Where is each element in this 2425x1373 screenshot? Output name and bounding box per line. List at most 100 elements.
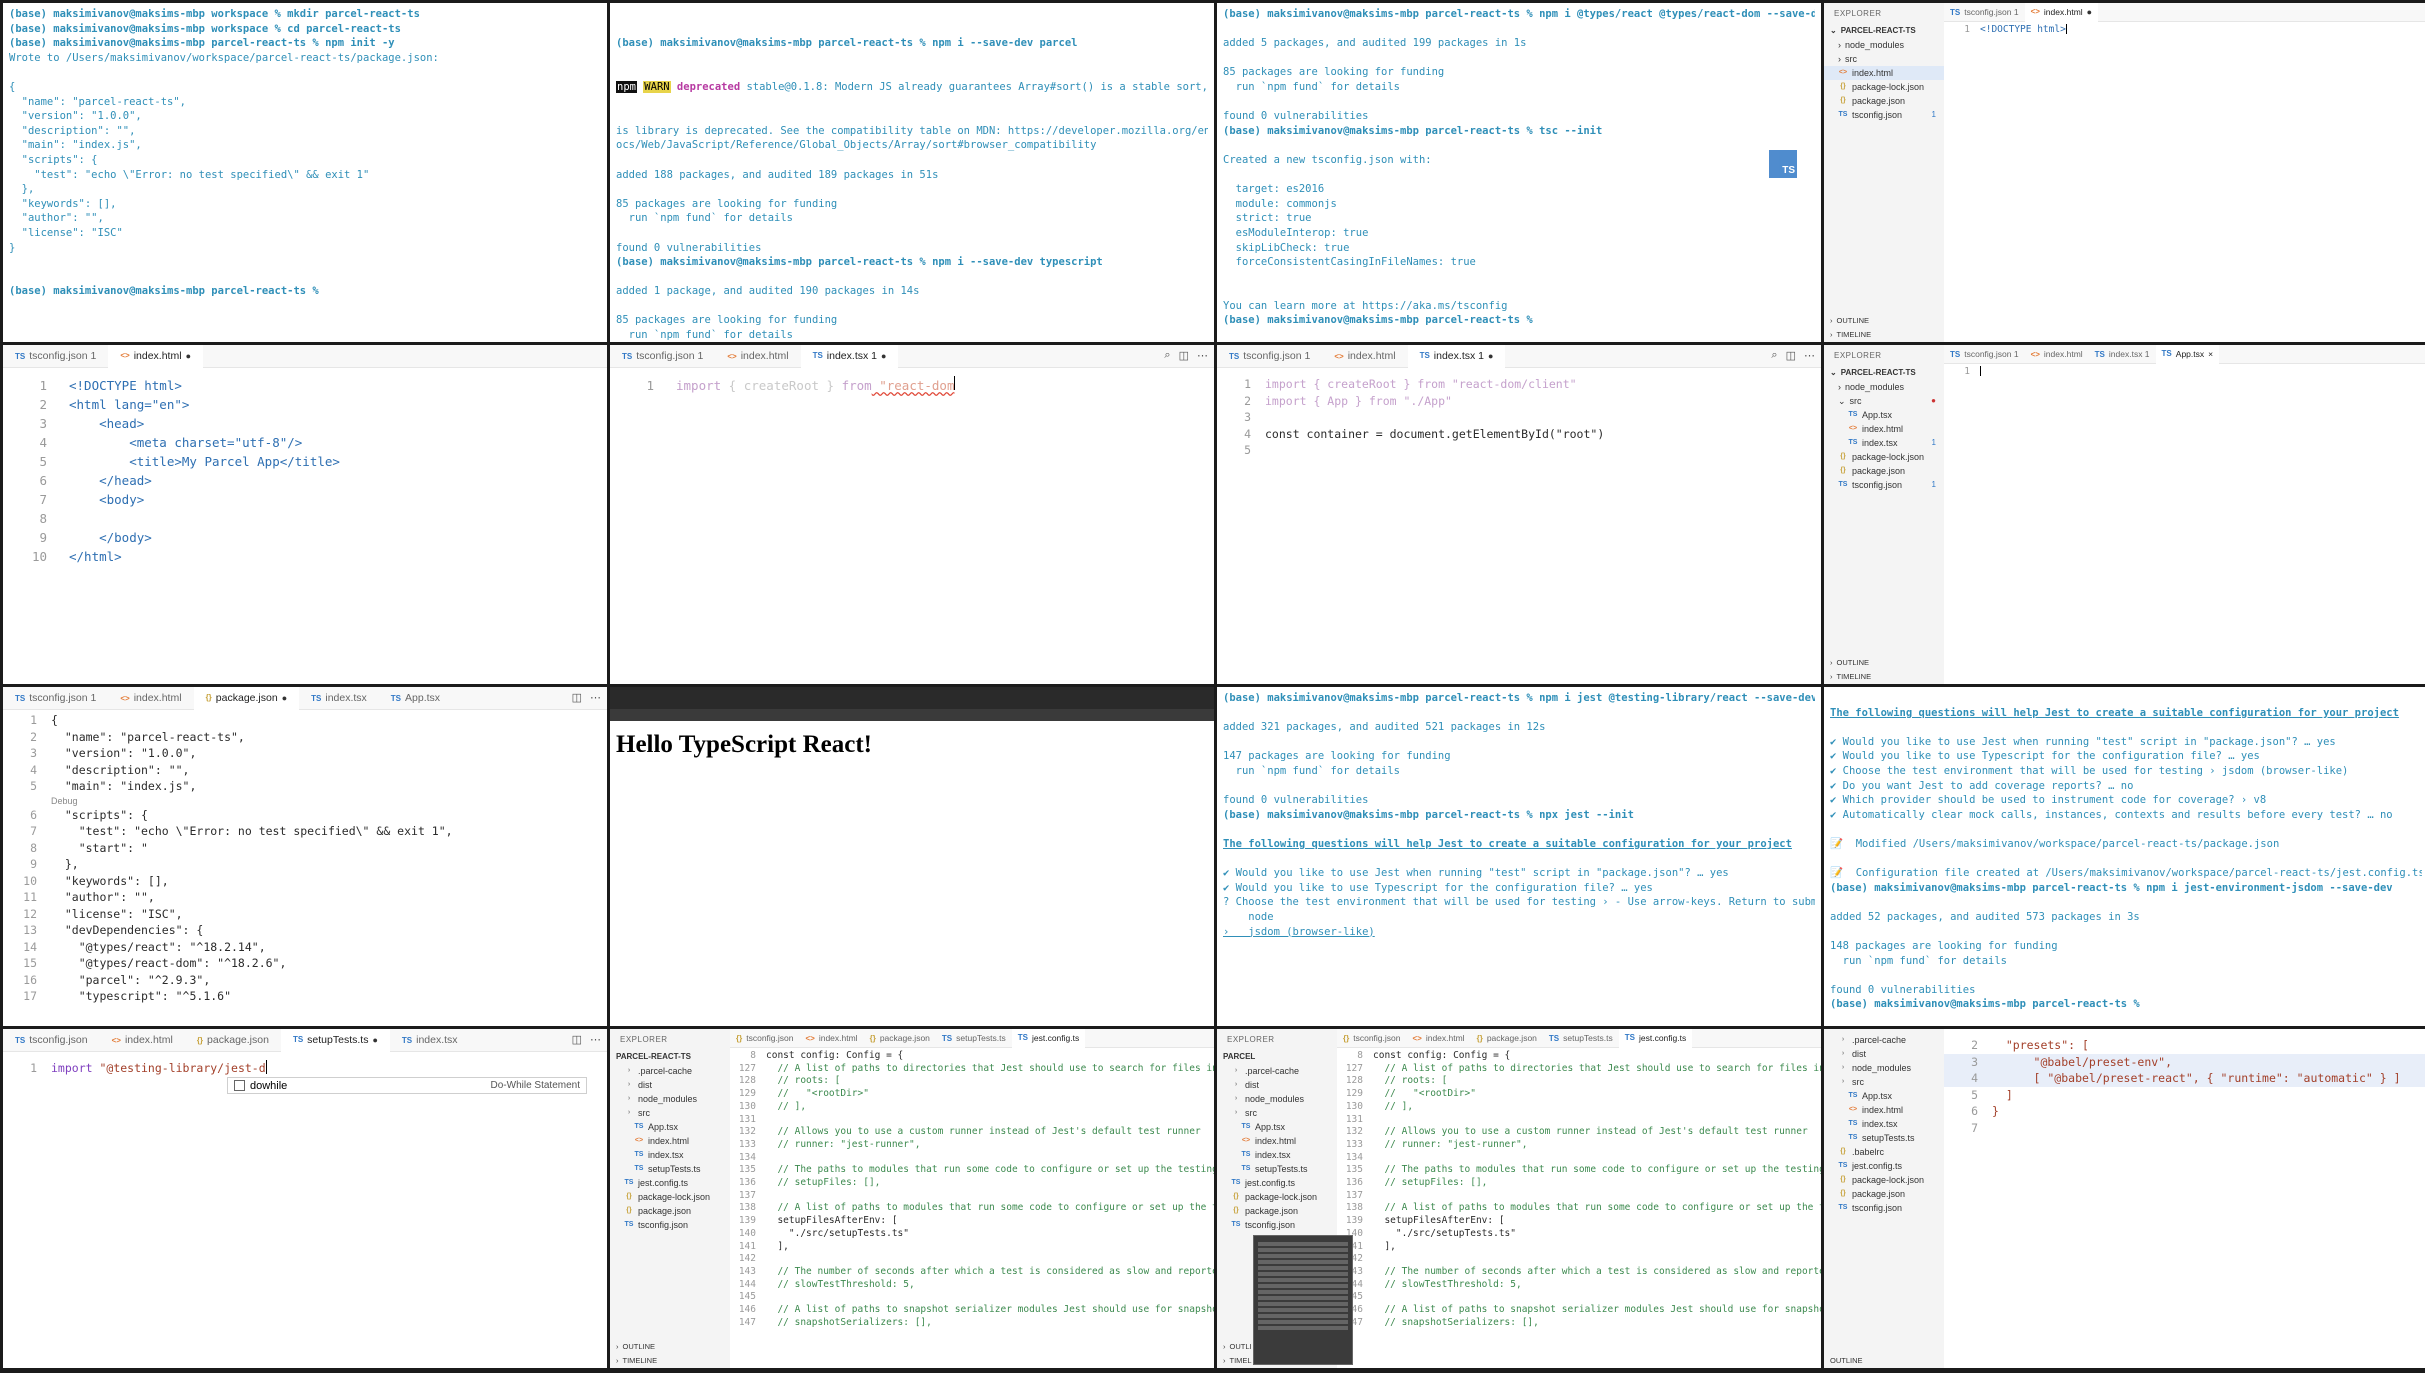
- more-icon[interactable]: ⋯: [590, 1033, 601, 1046]
- tab-app-tsx[interactable]: TS App.tsx ×: [2155, 345, 2220, 364]
- tab-index-html[interactable]: <> index.html: [100, 1029, 185, 1051]
- terminal-panel-install-parcel[interactable]: (base) maksimivanov@maksims-mbp parcel-r…: [610, 3, 1214, 342]
- tab-tsconfig[interactable]: TS tsconfig.json 1: [1944, 345, 2025, 363]
- tree-item[interactable]: {} package-lock.json: [1217, 1190, 1337, 1204]
- terminal-panel-npm-init[interactable]: (base) maksimivanov@maksims-mbp workspac…: [3, 3, 607, 342]
- outline-section[interactable]: › OUTLINE: [1824, 656, 1944, 670]
- tree-item[interactable]: TS setupTests.ts: [610, 1162, 730, 1176]
- code-editor[interactable]: 1 <!DOCTYPE html> 2 <html lang="en"> 3 <head…: [3, 368, 607, 566]
- project-folder[interactable]: PARCEL: [1217, 1050, 1337, 1064]
- more-icon[interactable]: ⋯: [1197, 349, 1208, 362]
- tree-item[interactable]: TS setupTests.ts: [1217, 1162, 1337, 1176]
- tree-item[interactable]: › node_modules: [1217, 1092, 1337, 1106]
- browser-panel[interactable]: Hello TypeScript React!: [610, 687, 1214, 1026]
- tree-file-app-tsx[interactable]: TS App.tsx: [1824, 408, 1944, 422]
- tree-file-package-json[interactable]: {} package.json: [1824, 464, 1944, 478]
- vscode-panel-package-json[interactable]: TS tsconfig.json 1 <> index.html {} package…: [3, 687, 607, 1026]
- tree-item[interactable]: TS tsconfig.json: [610, 1218, 730, 1232]
- timeline-section[interactable]: › TIMELINE: [610, 1354, 730, 1368]
- tree-item[interactable]: TS App.tsx: [1824, 1089, 1944, 1103]
- split-editor-icon[interactable]: ◫: [572, 691, 582, 704]
- vscode-panel-babelrc[interactable]: › .parcel-cache › dist › node_modules › src TS Ap…: [1824, 1029, 2425, 1368]
- tree-item[interactable]: › dist: [1217, 1078, 1337, 1092]
- code-editor[interactable]: 1 <!DOCTYPE html>: [1944, 22, 2425, 37]
- outline-section[interactable]: OUTLINE: [1824, 1354, 1944, 1368]
- tab-tsconfig[interactable]: TS tsconfig.json 1: [610, 345, 715, 367]
- terminal-panel-tsc-init[interactable]: (base) maksimivanov@maksims-mbp parcel-r…: [1217, 3, 1821, 342]
- code-editor[interactable]: 1 import "@testing-library/jest-d: [3, 1052, 607, 1077]
- vscode-panel-jest-config[interactable]: EXPLORER PARCEL-REACT-TS › .parcel-cache › d…: [610, 1029, 1214, 1368]
- code-editor[interactable]: 1{2 "name": "parcel-react-ts", 3 "version…: [3, 710, 607, 1005]
- vscode-panel-jest-config-menu[interactable]: EXPLORER PARCEL › .parcel-cache › dist › node_…: [1217, 1029, 1821, 1368]
- more-icon[interactable]: ⋯: [1804, 349, 1815, 362]
- tree-item[interactable]: TS jest.config.ts: [1824, 1159, 1944, 1173]
- tree-folder-src[interactable]: ⌄ src ●: [1824, 394, 1944, 408]
- tree-item[interactable]: › .parcel-cache: [610, 1064, 730, 1078]
- timeline-section[interactable]: › TIMELINE: [1824, 670, 1944, 684]
- tab-package-json[interactable]: {} package.json: [185, 1029, 281, 1051]
- project-folder[interactable]: ⌄ PARCEL-REACT-TS: [1824, 366, 1944, 380]
- editor-tab[interactable]: {} package.json: [1471, 1029, 1543, 1047]
- tree-file-index-html[interactable]: <> index.html: [1824, 422, 1944, 436]
- vscode-panel-explorer-app[interactable]: EXPLORER ⌄ PARCEL-REACT-TS › node_modules …: [1824, 345, 2425, 684]
- code-editor[interactable]: 1: [1944, 364, 2425, 379]
- editor-tab[interactable]: TS jest.config.ts: [1618, 1029, 1693, 1048]
- outline-section[interactable]: › OUTLINE: [610, 1340, 730, 1354]
- tree-item[interactable]: TS tsconfig.json: [1824, 1201, 1944, 1215]
- search-icon[interactable]: ⌕: [1164, 349, 1170, 362]
- vscode-panel-explorer[interactable]: EXPLORER ⌄ PARCEL-REACT-TS › node_modules …: [1824, 3, 2425, 342]
- outline-section[interactable]: › OUTLINE: [1824, 314, 1944, 328]
- debug-codelens[interactable]: Debug: [3, 795, 607, 807]
- tree-item[interactable]: › src: [1217, 1106, 1337, 1120]
- tree-item[interactable]: › dist: [1824, 1047, 1944, 1061]
- tree-file-tsconfig[interactable]: TS tsconfig.json 1: [1824, 478, 1944, 492]
- tree-item[interactable]: TS index.tsx: [1824, 1117, 1944, 1131]
- tree-item[interactable]: › src: [1824, 1075, 1944, 1089]
- vscode-panel-index-tsx-start[interactable]: TS tsconfig.json 1 <> index.html TS index.t…: [610, 345, 1214, 684]
- code-editor[interactable]: 2 "presets": [3 "@babel/preset-env", 4 [ …: [1944, 1029, 2425, 1136]
- editor-tab[interactable]: TS setupTests.ts: [1543, 1029, 1619, 1047]
- tree-item[interactable]: › .parcel-cache: [1217, 1064, 1337, 1078]
- terminal-panel-jest-init[interactable]: (base) maksimivanov@maksims-mbp parcel-r…: [1217, 687, 1821, 1026]
- split-editor-icon[interactable]: ◫: [572, 1033, 582, 1046]
- tab-tsconfig[interactable]: TS tsconfig.json: [3, 1029, 100, 1051]
- editor-tab[interactable]: <> index.html: [799, 1029, 863, 1047]
- autocomplete-suggestion[interactable]: dowhile Do-While Statement: [227, 1077, 587, 1094]
- split-editor-icon[interactable]: ◫: [1786, 349, 1796, 362]
- tree-folder-node-modules[interactable]: › node_modules: [1824, 380, 1944, 394]
- tree-item[interactable]: TS tsconfig.json: [1217, 1218, 1337, 1232]
- tree-item[interactable]: TS index.tsx: [610, 1148, 730, 1162]
- tab-index-tsx[interactable]: TS index.tsx 1 ●: [800, 345, 899, 368]
- code-editor[interactable]: 8 const config: Config = {127 // A list o…: [730, 1048, 1214, 1329]
- editor-tab[interactable]: {} tsconfig.json: [730, 1029, 799, 1047]
- tree-item[interactable]: TS App.tsx: [1217, 1120, 1337, 1134]
- tab-setup-tests[interactable]: TS setupTests.ts ●: [280, 1029, 390, 1052]
- tree-file-index-html[interactable]: <> index.html: [1824, 66, 1944, 80]
- vscode-panel-setup-tests[interactable]: TS tsconfig.json <> index.html {} package.j…: [3, 1029, 607, 1368]
- project-folder[interactable]: ⌄ PARCEL-REACT-TS: [1824, 24, 1944, 38]
- tree-file-package-json[interactable]: {} package.json: [1824, 94, 1944, 108]
- tree-file-tsconfig[interactable]: TS tsconfig.json 1: [1824, 108, 1944, 122]
- tab-tsconfig[interactable]: TS tsconfig.json 1: [3, 345, 108, 367]
- context-menu[interactable]: [1253, 1235, 1353, 1365]
- tree-folder-src[interactable]: › src: [1824, 52, 1944, 66]
- editor-tab[interactable]: {} package.json: [864, 1029, 936, 1047]
- vscode-panel-index-tsx[interactable]: TS tsconfig.json 1 <> index.html TS index.t…: [1217, 345, 1821, 684]
- tab-index-html[interactable]: <> index.html: [2025, 345, 2089, 363]
- tree-item[interactable]: {} package.json: [610, 1204, 730, 1218]
- tree-item[interactable]: › node_modules: [610, 1092, 730, 1106]
- tree-folder-node-modules[interactable]: › node_modules: [1824, 38, 1944, 52]
- tree-item[interactable]: <> index.html: [1217, 1134, 1337, 1148]
- tree-file-package-lock[interactable]: {} package-lock.json: [1824, 450, 1944, 464]
- editor-tab[interactable]: TS setupTests.ts: [936, 1029, 1012, 1047]
- editor-tab[interactable]: {} tsconfig.json: [1337, 1029, 1406, 1047]
- editor-tab[interactable]: TS jest.config.ts: [1011, 1029, 1086, 1048]
- tree-file-package-lock[interactable]: {} package-lock.json: [1824, 80, 1944, 94]
- tab-tsconfig[interactable]: TS tsconfig.json 1: [1217, 345, 1322, 367]
- vscode-panel-index-html[interactable]: TS tsconfig.json 1 <> index.html ● 1 <!DOCTY…: [3, 345, 607, 684]
- tree-item[interactable]: TS setupTests.ts: [1824, 1131, 1944, 1145]
- browser-address-bar[interactable]: [610, 709, 1214, 721]
- tab-index-tsx[interactable]: TS index.tsx 1 ●: [1407, 345, 1506, 368]
- tree-item[interactable]: {} package-lock.json: [610, 1190, 730, 1204]
- timeline-section[interactable]: › TIMELINE: [1824, 328, 1944, 342]
